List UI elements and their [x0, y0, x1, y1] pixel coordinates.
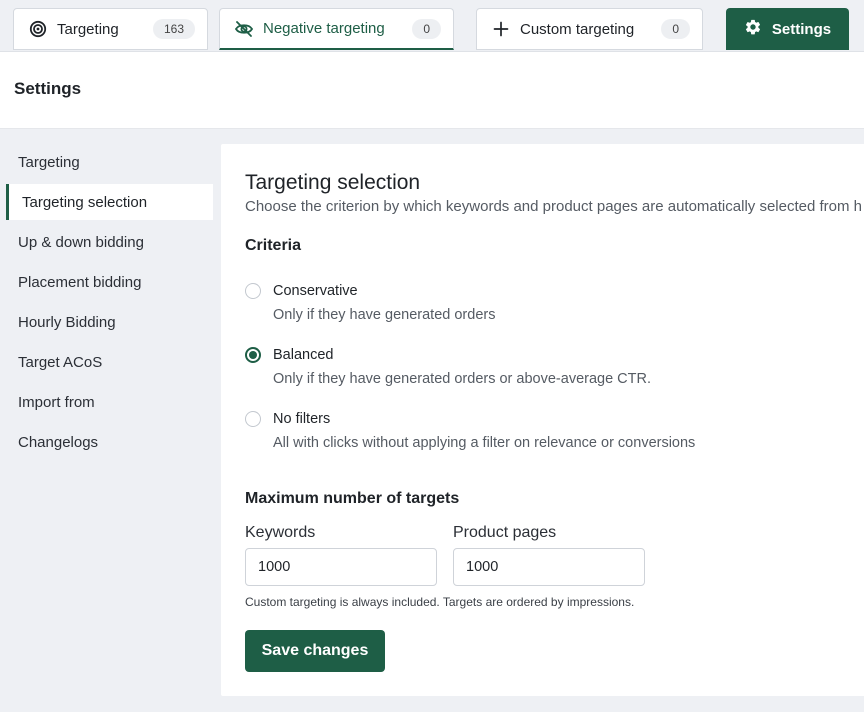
- option-label: No filters: [273, 411, 331, 427]
- tab-count-badge: 0: [661, 19, 690, 39]
- page-title: Settings: [14, 79, 82, 98]
- section-title: Targeting selection: [245, 171, 421, 194]
- sidebar-item-changelogs[interactable]: Changelogs: [6, 424, 213, 460]
- tab-targeting[interactable]: Targeting 163: [13, 8, 208, 50]
- tab-settings-label: Settings: [771, 20, 832, 38]
- settings-panel: Targeting selection Choose the criterion…: [221, 144, 864, 696]
- radio-button[interactable]: [245, 411, 261, 427]
- tab-settings[interactable]: Settings: [726, 8, 849, 50]
- option-description: All with clicks without applying a filte…: [273, 435, 696, 451]
- option-label: Conservative: [273, 283, 358, 299]
- keywords-field[interactable]: [245, 548, 437, 586]
- max-targets-hint: Custom targeting is always included. Tar…: [245, 595, 635, 609]
- sidebar-item-targeting[interactable]: Targeting: [6, 144, 213, 180]
- criteria-option-no-filters[interactable]: No filters All with clicks without apply…: [245, 409, 845, 457]
- product-pages-label: Product pages: [453, 524, 557, 541]
- tab-label: Negative targeting: [263, 20, 385, 37]
- criteria-option-conservative[interactable]: Conservative Only if they have generated…: [245, 281, 845, 329]
- eye-off-icon: [234, 19, 254, 39]
- option-description: Only if they have generated orders: [273, 307, 496, 323]
- tab-label: Custom targeting: [520, 20, 635, 38]
- sidebar-item-placement-bidding[interactable]: Placement bidding: [6, 264, 213, 300]
- max-targets-heading: Maximum number of targets: [245, 490, 460, 507]
- tab-bar: Targeting 163 Negative targeting 0 Custo…: [0, 0, 864, 52]
- option-label: Balanced: [273, 347, 334, 363]
- sidebar-item-up-down-bidding[interactable]: Up & down bidding: [6, 224, 213, 260]
- target-icon: [28, 19, 48, 39]
- radio-button-selected[interactable]: [245, 347, 261, 363]
- gear-icon: [744, 18, 762, 40]
- page-header: Settings: [0, 52, 864, 129]
- sidebar-item-targeting-selection[interactable]: Targeting selection: [6, 184, 213, 220]
- sidebar-item-hourly-bidding[interactable]: Hourly Bidding: [6, 304, 213, 340]
- radio-button[interactable]: [245, 283, 261, 299]
- sidebar-item-import-from[interactable]: Import from: [6, 384, 213, 420]
- keywords-label: Keywords: [245, 524, 316, 541]
- tab-label: Targeting: [57, 20, 119, 38]
- save-button[interactable]: Save changes: [245, 630, 385, 672]
- tab-custom-targeting[interactable]: Custom targeting 0: [476, 8, 703, 50]
- tab-negative-targeting[interactable]: Negative targeting 0: [219, 8, 454, 50]
- criteria-heading: Criteria: [245, 237, 302, 254]
- option-description: Only if they have generated orders or ab…: [273, 371, 652, 387]
- product-pages-field[interactable]: [453, 548, 645, 586]
- sidebar-item-target-acos[interactable]: Target ACoS: [6, 344, 213, 380]
- criteria-option-balanced[interactable]: Balanced Only if they have generated ord…: [245, 345, 845, 393]
- tab-count-badge: 0: [412, 18, 441, 39]
- plus-icon: [491, 19, 511, 39]
- section-description: Choose the criterion by which keywords a…: [245, 198, 862, 215]
- tab-count-badge: 163: [152, 19, 195, 39]
- settings-sidebar: Targeting Targeting selection Up & down …: [0, 129, 221, 712]
